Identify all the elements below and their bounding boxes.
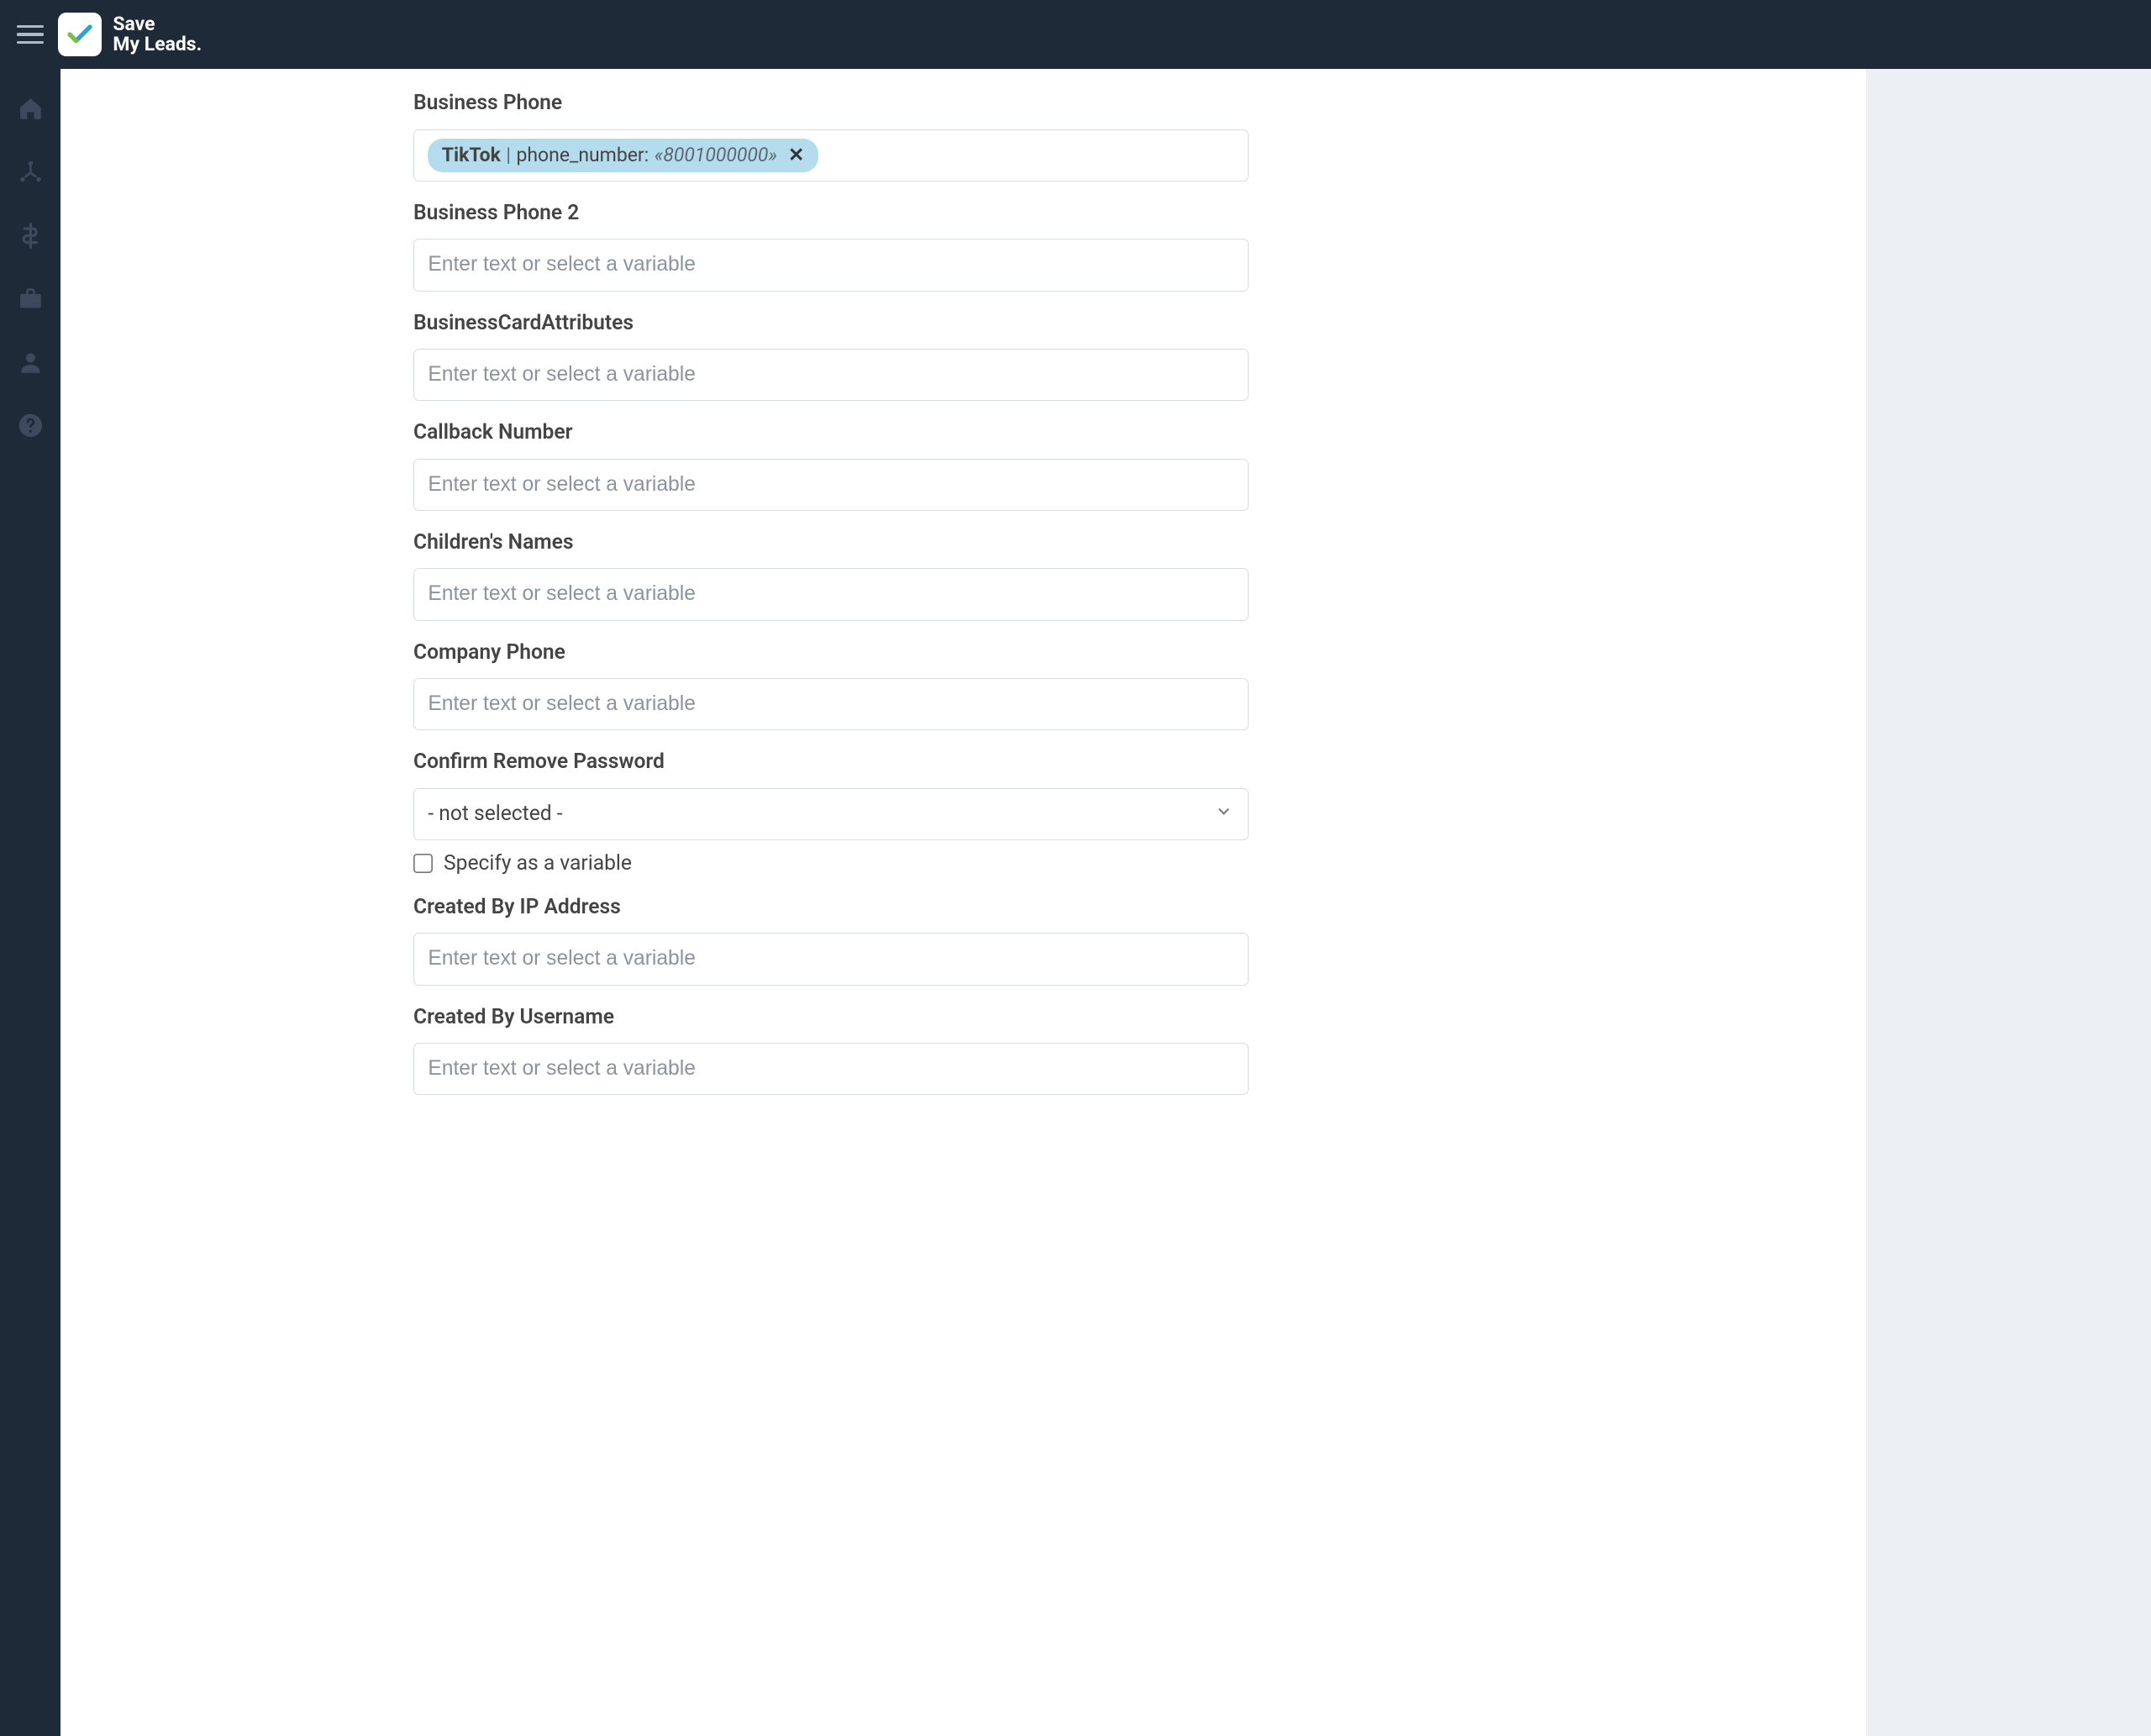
textinput-created-by-username[interactable] bbox=[428, 1057, 1233, 1081]
menu-toggle[interactable] bbox=[11, 15, 50, 54]
brand-text: Save My Leads. bbox=[113, 14, 202, 55]
label-callback-number: Callback Number bbox=[413, 420, 1811, 445]
chip-remove-icon[interactable]: ✕ bbox=[788, 144, 804, 166]
textinput-company-phone[interactable] bbox=[428, 692, 1233, 716]
label-childrens-names: Children's Names bbox=[413, 530, 1811, 555]
chip-separator: | bbox=[506, 144, 511, 166]
input-company-phone[interactable] bbox=[413, 678, 1249, 730]
chip-value: «8001000000» bbox=[655, 144, 777, 166]
field-business-phone-2: Business Phone 2 bbox=[413, 201, 1811, 292]
content-area: Business Phone TikTok | phone_number: «8… bbox=[60, 69, 2151, 1736]
field-childrens-names: Children's Names bbox=[413, 530, 1811, 621]
select-value: - not selected - bbox=[428, 802, 562, 826]
help-icon[interactable] bbox=[15, 411, 45, 441]
textinput-created-by-ip[interactable] bbox=[428, 947, 1233, 971]
label-company-phone: Company Phone bbox=[413, 640, 1811, 665]
chevron-down-icon bbox=[1214, 802, 1233, 827]
input-callback-number[interactable] bbox=[413, 459, 1249, 511]
label-created-by-username: Created By Username bbox=[413, 1005, 1811, 1029]
field-callback-number: Callback Number bbox=[413, 420, 1811, 511]
input-business-phone[interactable]: TikTok | phone_number: «8001000000» ✕ bbox=[413, 129, 1249, 181]
textinput-business-phone-2[interactable] bbox=[428, 253, 1233, 276]
sidebar bbox=[0, 69, 60, 1736]
textinput-callback-number[interactable] bbox=[428, 473, 1233, 497]
field-business-phone: Business Phone TikTok | phone_number: «8… bbox=[413, 91, 1811, 181]
input-business-card-attributes[interactable] bbox=[413, 349, 1249, 401]
input-business-phone-2[interactable] bbox=[413, 239, 1249, 291]
specify-variable-label[interactable]: Specify as a variable bbox=[444, 851, 632, 876]
billing-icon[interactable] bbox=[15, 220, 45, 250]
briefcase-icon[interactable] bbox=[15, 284, 45, 314]
brand[interactable]: Save My Leads. bbox=[58, 13, 202, 56]
input-childrens-names[interactable] bbox=[413, 568, 1249, 620]
form-card: Business Phone TikTok | phone_number: «8… bbox=[60, 69, 1865, 1736]
specify-variable-checkbox[interactable] bbox=[413, 854, 433, 873]
label-business-phone-2: Business Phone 2 bbox=[413, 201, 1811, 225]
input-created-by-ip[interactable] bbox=[413, 933, 1249, 985]
textinput-business-card-attributes[interactable] bbox=[428, 363, 1233, 387]
field-created-by-ip: Created By IP Address bbox=[413, 895, 1811, 986]
home-icon[interactable] bbox=[15, 94, 45, 124]
user-icon[interactable] bbox=[15, 347, 45, 377]
field-company-phone: Company Phone bbox=[413, 640, 1811, 731]
field-business-card-attributes: BusinessCardAttributes bbox=[413, 311, 1811, 402]
select-confirm-remove-password[interactable]: - not selected - bbox=[413, 788, 1249, 840]
connections-icon[interactable] bbox=[15, 157, 45, 187]
label-created-by-ip: Created By IP Address bbox=[413, 895, 1811, 919]
variable-chip: TikTok | phone_number: «8001000000» ✕ bbox=[428, 139, 818, 172]
specify-variable-row: Specify as a variable bbox=[413, 851, 1249, 876]
chip-source: TikTok bbox=[442, 144, 501, 166]
label-confirm-remove-password: Confirm Remove Password bbox=[413, 750, 1811, 774]
textinput-childrens-names[interactable] bbox=[428, 582, 1233, 606]
input-created-by-username[interactable] bbox=[413, 1043, 1249, 1095]
chip-key: phone_number: bbox=[517, 144, 650, 166]
topbar: Save My Leads. i LEADS usage: 52 of 5'00… bbox=[0, 0, 2151, 69]
brand-logo-icon bbox=[58, 13, 102, 56]
field-created-by-username: Created By Username bbox=[413, 1005, 1811, 1096]
label-business-phone: Business Phone bbox=[413, 91, 1811, 115]
brand-line2: My Leads. bbox=[113, 34, 202, 55]
brand-line1: Save bbox=[113, 14, 202, 34]
field-confirm-remove-password: Confirm Remove Password - not selected -… bbox=[413, 750, 1811, 876]
label-business-card-attributes: BusinessCardAttributes bbox=[413, 311, 1811, 335]
